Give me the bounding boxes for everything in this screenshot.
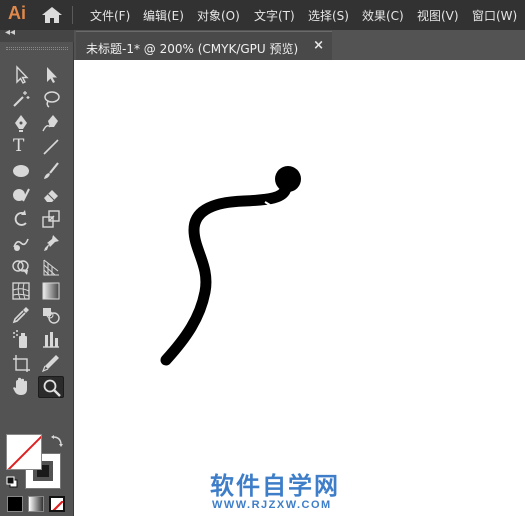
line-segment-tool-icon[interactable] [38, 136, 64, 158]
blend-tool-icon[interactable] [38, 304, 64, 326]
shaper-tool-icon[interactable] [8, 184, 34, 206]
symbol-sprayer-tool-icon[interactable] [8, 328, 34, 350]
perspective-grid-tool-icon[interactable] [38, 256, 64, 278]
warp-tool-icon[interactable] [8, 232, 34, 254]
hand-tool-icon[interactable] [8, 376, 34, 398]
watermark-url: WWW.RJZXW.COM [212, 499, 332, 511]
mesh-tool-icon[interactable] [8, 280, 34, 302]
document-tab-bar: 未标题-1* @ 200% (CMYK/GPU 预览) × [74, 30, 525, 60]
direct-selection-tool-icon[interactable] [38, 64, 64, 86]
puppet-warp-tool-icon[interactable] [38, 232, 64, 254]
tools-panel: ◂◂ T [0, 27, 74, 516]
gradient-tool-icon[interactable] [38, 280, 64, 302]
zoom-tool-icon[interactable] [38, 376, 64, 398]
rotate-tool-icon[interactable] [8, 208, 34, 230]
color-mode-button[interactable] [7, 496, 23, 512]
type-tool-icon[interactable]: T [8, 136, 34, 158]
watermark: 软件自学网 WWW.RJZXW.COM [210, 466, 360, 511]
menu-object[interactable]: 对象(O) [197, 7, 240, 24]
home-icon[interactable] [41, 6, 63, 24]
app-logo[interactable]: Ai [8, 3, 26, 24]
menu-edit[interactable]: 编辑(E) [143, 7, 184, 24]
collapse-panel-icon[interactable]: ◂◂ [5, 27, 15, 38]
pen-tool-icon[interactable] [8, 112, 34, 134]
menu-effect[interactable]: 效果(C) [362, 7, 404, 24]
artboard-canvas[interactable] [74, 60, 525, 516]
menu-window[interactable]: 窗口(W) [472, 7, 517, 24]
lasso-tool-icon[interactable] [38, 88, 64, 110]
scale-tool-icon[interactable] [38, 208, 64, 230]
eyedropper-tool-icon[interactable] [8, 304, 34, 326]
gradient-mode-button[interactable] [28, 496, 44, 512]
panel-header: ◂◂ [0, 27, 74, 42]
menu-type[interactable]: 文字(T) [254, 7, 295, 24]
ellipse-tool-icon[interactable] [8, 160, 34, 182]
default-colors-icon[interactable] [6, 476, 18, 488]
paintbrush-tool-icon[interactable] [38, 160, 64, 182]
stroke-end-dot [275, 166, 301, 192]
fill-color-box[interactable] [6, 434, 42, 470]
menu-divider [72, 6, 73, 24]
menu-file[interactable]: 文件(F) [90, 7, 130, 24]
slice-tool-icon[interactable] [38, 352, 64, 374]
type-tool-label: T [13, 136, 25, 156]
close-icon[interactable]: × [313, 38, 324, 53]
menu-bar: Ai 文件(F) 编辑(E) 对象(O) 文字(T) 选择(S) 效果(C) 视… [0, 0, 525, 30]
brush-stroke-path [160, 182, 292, 366]
selection-tool-icon[interactable] [8, 64, 34, 86]
document-tab[interactable]: 未标题-1* @ 200% (CMYK/GPU 预览) × [76, 31, 332, 60]
panel-grip[interactable] [6, 47, 68, 50]
document-tab-title: 未标题-1* @ 200% (CMYK/GPU 预览) [86, 42, 299, 56]
watermark-title: 软件自学网 [210, 472, 340, 500]
none-mode-button[interactable] [49, 496, 65, 512]
fill-none-indicator [7, 435, 41, 469]
menu-select[interactable]: 选择(S) [308, 7, 349, 24]
curvature-tool-icon[interactable] [38, 112, 64, 134]
magic-wand-tool-icon[interactable] [8, 88, 34, 110]
drawing-layer [160, 166, 301, 366]
artboard-tool-icon[interactable] [8, 352, 34, 374]
menu-view[interactable]: 视图(V) [417, 7, 459, 24]
shape-builder-tool-icon[interactable] [8, 256, 34, 278]
none-slash-icon [52, 500, 63, 510]
swap-fill-stroke-icon[interactable] [50, 434, 64, 448]
column-graph-tool-icon[interactable] [38, 328, 64, 350]
eraser-tool-icon[interactable] [38, 184, 64, 206]
